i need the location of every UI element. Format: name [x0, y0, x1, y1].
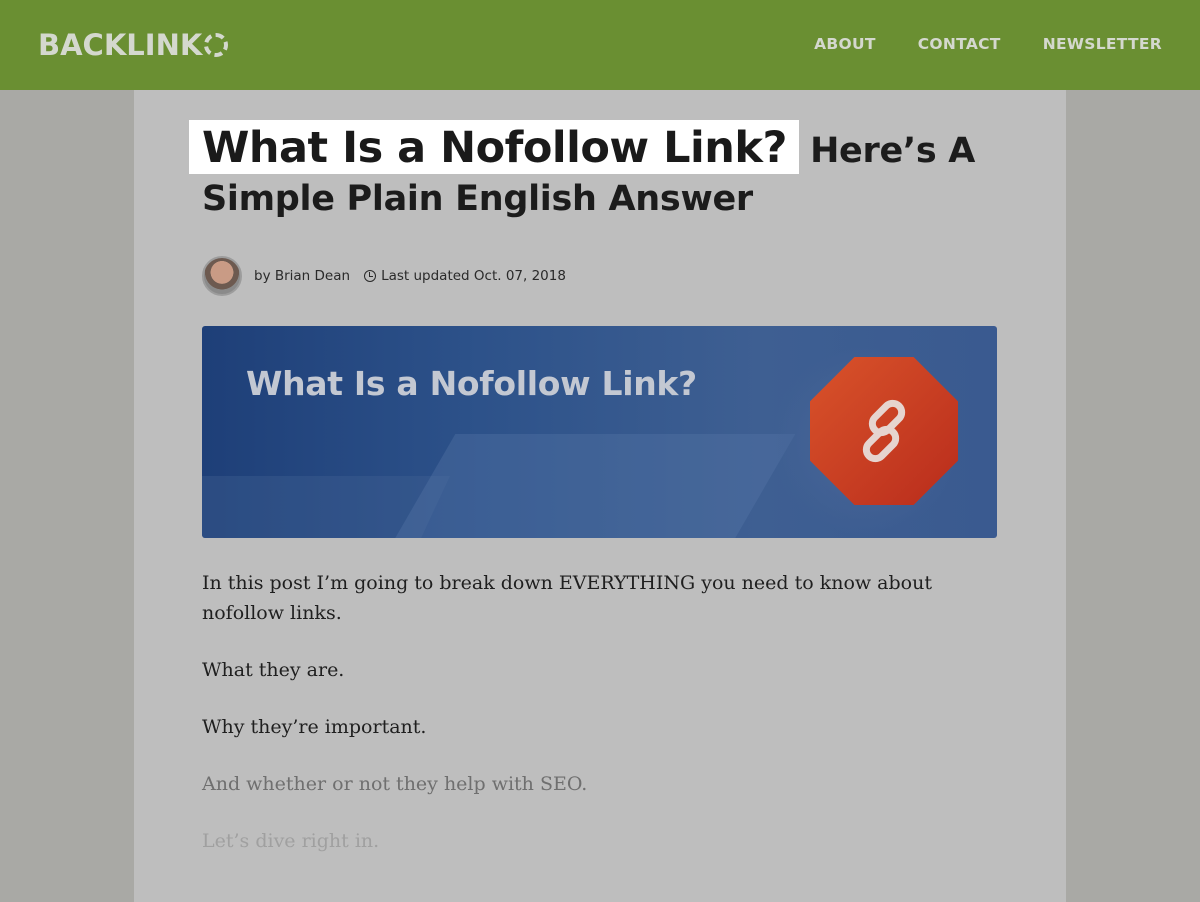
nav-newsletter-link[interactable]: NEWSLETTER [1043, 35, 1162, 53]
clock-icon [364, 270, 377, 282]
article-title: What Is a Nofollow Link? Here’s A Simple… [189, 120, 1002, 223]
site-header: BACKLINK ABOUT CONTACT NEWSLETTER [0, 0, 1200, 90]
logo-text: BACKLINK [38, 28, 203, 62]
byline: by Brian Dean Last updated Oct. 07, 2018 [202, 256, 566, 296]
hero-banner-image: What Is a Nofollow Link? [202, 326, 997, 538]
title-highlighted-text: What Is a Nofollow Link? [189, 120, 799, 174]
paragraph: Why they’re important. [202, 716, 427, 738]
paragraph: What they are. [202, 659, 345, 681]
paragraph: In this post I’m going to break down EVE… [202, 572, 932, 624]
author-avatar[interactable] [202, 256, 242, 296]
article-body: In this post I’m going to break down EVE… [202, 568, 1002, 883]
nav-about-link[interactable]: ABOUT [814, 35, 876, 53]
site-logo[interactable]: BACKLINK [38, 28, 229, 62]
last-updated: Last updated Oct. 07, 2018 [381, 268, 566, 284]
author-name[interactable]: by Brian Dean [254, 268, 350, 284]
article-container: What Is a Nofollow Link? Here’s A Simple… [134, 90, 1066, 902]
hero-title: What Is a Nofollow Link? [246, 364, 697, 403]
paragraph: Let’s dive right in. [202, 830, 380, 852]
logo-o-icon [204, 33, 229, 57]
nav-contact-link[interactable]: CONTACT [918, 35, 1001, 53]
paragraph: And whether or not they help with SEO. [202, 773, 588, 795]
main-nav: ABOUT CONTACT NEWSLETTER [814, 35, 1162, 53]
hero-bg-shape [368, 434, 796, 538]
chain-link-icon [862, 399, 906, 463]
stop-sign-icon [810, 357, 958, 505]
